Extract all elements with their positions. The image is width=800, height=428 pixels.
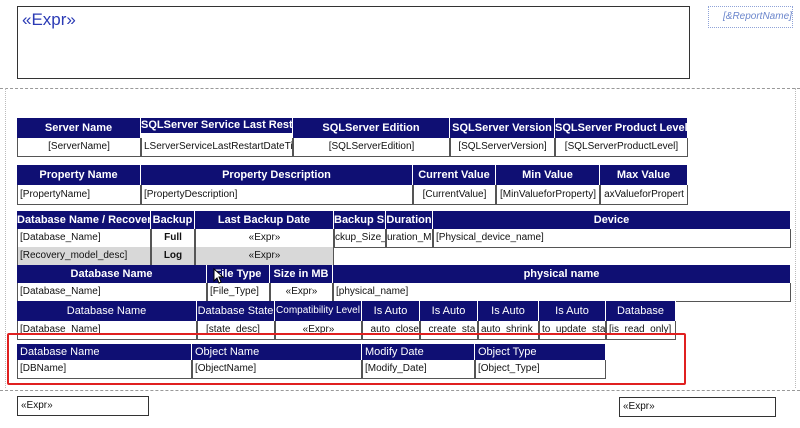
is-auto-create-header[interactable]: Is Auto <box>420 301 478 321</box>
server-name-cell[interactable]: [ServerName] <box>17 138 141 157</box>
duration-header[interactable]: Duration <box>386 211 433 229</box>
backup-log-cell[interactable]: Log <box>151 247 195 266</box>
object-name-header[interactable]: Object Name <box>192 344 362 360</box>
property-name-header[interactable]: Property Name <box>17 165 141 185</box>
mouse-pointer-icon <box>213 268 225 284</box>
modify-date-cell[interactable]: [Modify_Date] <box>362 360 475 379</box>
restart-date-header[interactable]: SQLServer Service Last Restart Date Time <box>141 118 293 133</box>
product-level-cell[interactable]: [SQLServerProductLevel] <box>555 138 688 157</box>
state-db-name-header[interactable]: Database Name <box>17 301 197 321</box>
min-value-header[interactable]: Min Value <box>496 165 600 185</box>
version-header[interactable]: SQLServer Version <box>450 118 555 138</box>
read-only-header[interactable]: Database <box>606 301 676 321</box>
size-mb-cell[interactable]: «Expr» <box>270 283 333 302</box>
property-name-cell[interactable]: [PropertyName] <box>17 185 141 205</box>
physical-name-header[interactable]: physical name <box>333 265 791 283</box>
object-type-cell[interactable]: [Object_Type] <box>475 360 606 379</box>
current-value-header[interactable]: Current Value <box>413 165 496 185</box>
backup-size-log-cell[interactable] <box>334 247 386 248</box>
file-db-name-header[interactable]: Database Name <box>17 265 207 283</box>
body-left-border <box>5 88 6 388</box>
duration-cell[interactable]: uration_Mi <box>386 229 433 248</box>
modify-date-header[interactable]: Modify Date <box>362 344 475 360</box>
footer-right-expression[interactable]: «Expr» <box>619 397 776 417</box>
db-recovery-header[interactable]: Database Name / Recovery <box>17 211 151 229</box>
max-value-cell[interactable]: axValueforPropert <box>600 185 688 205</box>
max-value-header[interactable]: Max Value <box>600 165 688 185</box>
device-cell[interactable]: [Physical_device_name] <box>433 229 791 248</box>
page-footer-divider <box>0 390 800 391</box>
object-name-cell[interactable]: [ObjectName] <box>192 360 362 379</box>
object-type-header[interactable]: Object Type <box>475 344 606 360</box>
restart-date-cell[interactable]: LServerServiceLastRestartDateTi <box>141 138 293 157</box>
report-name-field[interactable]: [&ReportName] <box>708 6 793 28</box>
duration-log-cell[interactable] <box>386 247 433 248</box>
physical-name-cell[interactable]: [physical_name] <box>333 283 791 302</box>
database-name-cell[interactable]: [Database_Name] <box>17 229 151 248</box>
current-value-cell[interactable]: [CurrentValue] <box>413 185 496 205</box>
last-backup-log-cell[interactable]: «Expr» <box>195 247 334 266</box>
backup-full-cell[interactable]: Full <box>151 229 195 248</box>
device-header[interactable]: Device <box>433 211 791 229</box>
size-mb-header[interactable]: Size in MB <box>270 265 333 283</box>
backup-type-header[interactable]: Backup <box>151 211 195 229</box>
file-db-name-cell[interactable]: [Database_Name] <box>17 283 207 302</box>
is-auto-update-header[interactable]: Is Auto <box>539 301 606 321</box>
is-auto-shrink-header[interactable]: Is Auto <box>478 301 539 321</box>
property-description-header[interactable]: Property Description <box>141 165 413 185</box>
page-header-divider <box>0 88 800 89</box>
last-backup-full-cell[interactable]: «Expr» <box>195 229 334 248</box>
report-title-box[interactable] <box>17 6 690 79</box>
last-backup-date-header[interactable]: Last Backup Date <box>195 211 334 229</box>
min-value-cell[interactable]: [MinValueforProperty] <box>496 185 600 205</box>
report-title-expression[interactable]: «Expr» <box>22 10 76 30</box>
property-description-cell[interactable]: [PropertyDescription] <box>141 185 413 205</box>
is-auto-close-header[interactable]: Is Auto <box>362 301 420 321</box>
body-right-border <box>795 88 796 388</box>
product-level-header[interactable]: SQLServer Product Level <box>555 118 688 138</box>
backup-size-cell[interactable]: ckup_Size_ <box>334 229 386 248</box>
footer-left-expression[interactable]: «Expr» <box>17 396 149 416</box>
server-name-header[interactable]: Server Name <box>17 118 141 138</box>
file-type-cell[interactable]: [File_Type] <box>207 283 270 302</box>
object-db-name-cell[interactable]: [DBName] <box>17 360 192 379</box>
object-db-name-header[interactable]: Database Name <box>17 344 192 360</box>
edition-cell[interactable]: [SQLServerEdition] <box>293 138 450 157</box>
recovery-model-cell[interactable]: [Recovery_model_desc] <box>17 247 151 266</box>
edition-header[interactable]: SQLServer Edition <box>293 118 450 138</box>
database-state-header[interactable]: Database State <box>197 301 275 321</box>
backup-size-header[interactable]: Backup Si <box>334 211 386 229</box>
compatibility-level-header[interactable]: Compatibility Level <box>275 301 362 321</box>
version-cell[interactable]: [SQLServerVersion] <box>450 138 555 157</box>
device-log-cell[interactable] <box>433 247 791 248</box>
